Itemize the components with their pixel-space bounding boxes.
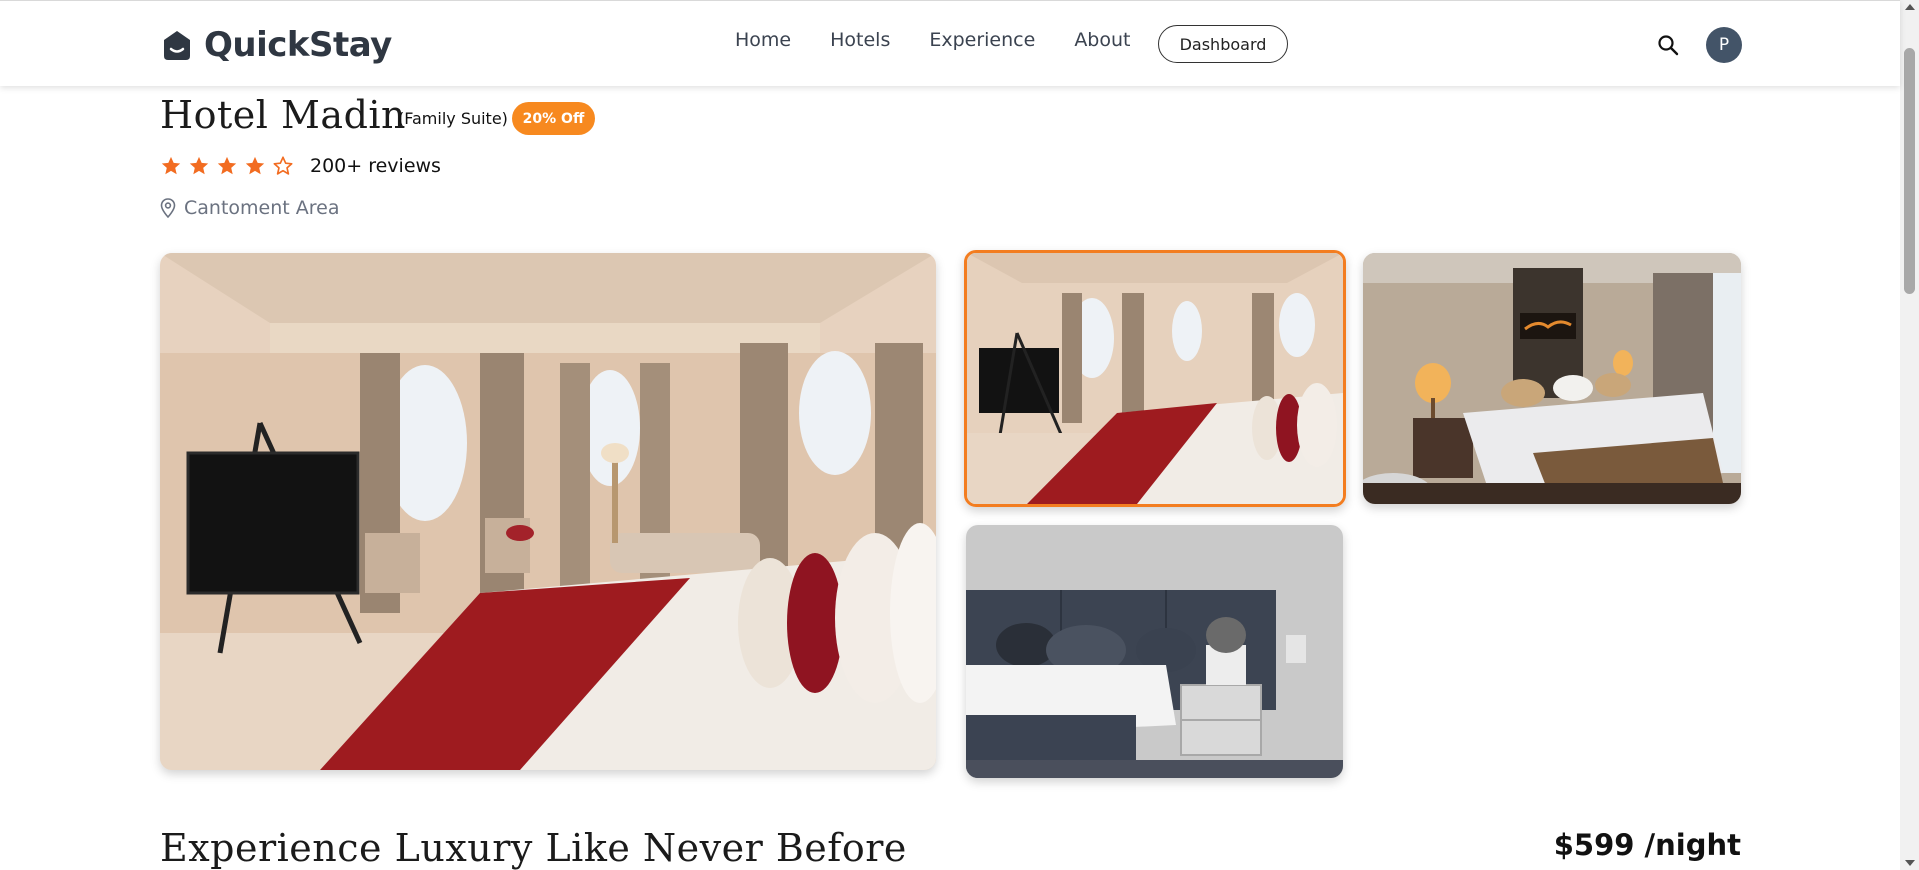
navbar: QuickStay Home Hotels Experience About D… — [0, 0, 1900, 86]
location: Cantoment Area — [160, 197, 339, 219]
thumb-room-photo-2[interactable] — [1363, 253, 1741, 504]
scroll-thumb[interactable] — [1904, 48, 1915, 294]
nav-link-hotels[interactable]: Hotels — [830, 29, 890, 51]
page: QuickStay Home Hotels Experience About D… — [0, 0, 1919, 870]
reviews-count: 200+ reviews — [310, 155, 441, 177]
nav-links: Home Hotels Experience About — [735, 29, 1170, 51]
star-outline-icon — [273, 156, 293, 175]
brand-logo[interactable]: QuickStay — [160, 25, 392, 65]
location-pin-icon — [160, 198, 176, 218]
thumb-room-photo-3[interactable] — [966, 525, 1343, 778]
house-logo-icon — [164, 31, 190, 60]
search-icon[interactable] — [1657, 34, 1679, 56]
hotel-name: Hotel Madin — [160, 93, 407, 137]
brand-name: QuickStay — [204, 25, 392, 65]
price-per-night: $599 /night — [1553, 828, 1741, 862]
section-headline: Experience Luxury Like Never Before — [160, 826, 907, 870]
thumb-room-photo-1[interactable] — [964, 250, 1346, 507]
scroll-up-arrow-icon[interactable] — [1905, 4, 1915, 10]
room-type: (Family Suite) — [398, 109, 508, 128]
location-text: Cantoment Area — [184, 197, 340, 219]
star-filled-icon — [189, 156, 209, 175]
nav-link-experience[interactable]: Experience — [929, 29, 1035, 51]
nav-link-home[interactable]: Home — [735, 29, 791, 51]
star-rating: 200+ reviews — [160, 155, 441, 177]
dashboard-button[interactable]: Dashboard — [1158, 25, 1288, 63]
star-filled-icon — [217, 156, 237, 175]
page-scrollbar[interactable] — [1900, 0, 1919, 870]
star-filled-icon — [161, 156, 181, 175]
nav-link-about[interactable]: About — [1074, 29, 1130, 51]
discount-badge: 20% Off — [512, 102, 595, 135]
scroll-down-arrow-icon[interactable] — [1905, 860, 1915, 866]
user-avatar[interactable]: P — [1706, 27, 1742, 63]
star-filled-icon — [245, 156, 265, 175]
main-room-photo — [160, 253, 936, 770]
